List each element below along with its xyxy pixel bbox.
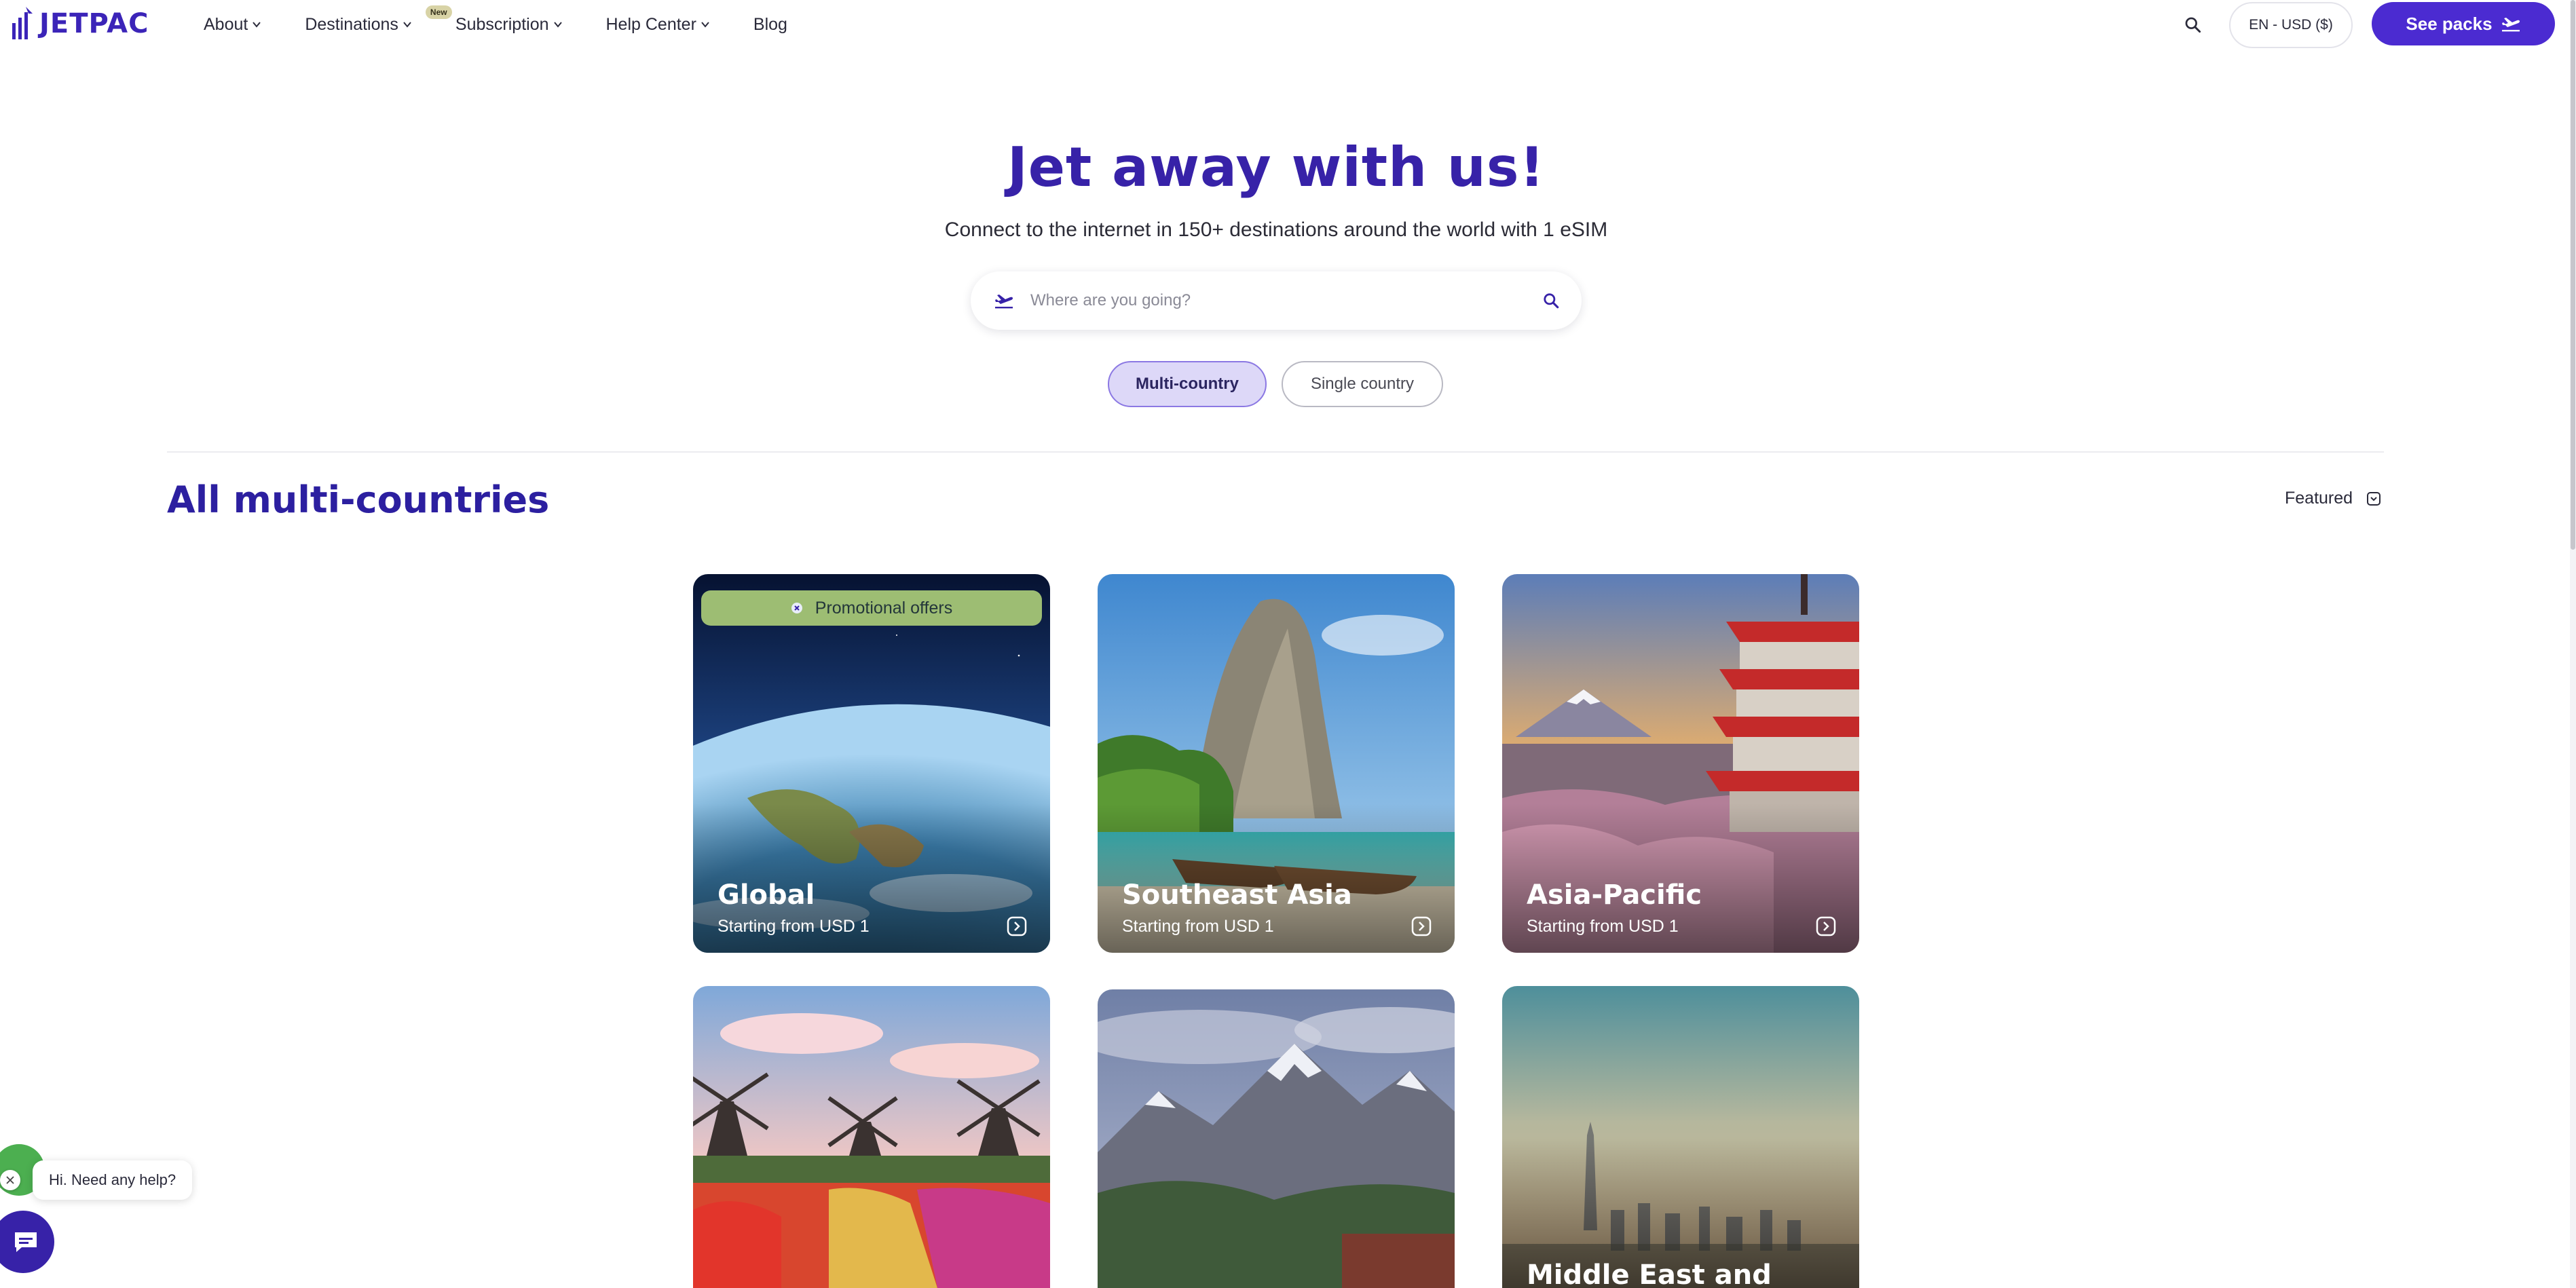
main-nav: About Destinations New Subscription Help…: [204, 0, 831, 49]
single-country-toggle[interactable]: Single country: [1282, 361, 1443, 407]
chat-dismiss-button[interactable]: [0, 1170, 20, 1190]
nav-about[interactable]: About: [204, 15, 261, 35]
chevron-down-icon: [701, 20, 710, 29]
arrow-right-icon: [1007, 916, 1027, 936]
close-icon: [6, 1176, 14, 1184]
chevron-down-icon: [403, 20, 412, 29]
language-currency-button[interactable]: EN - USD ($): [2229, 2, 2353, 48]
card-title: Southeast Asia: [1122, 879, 1352, 911]
destination-card-southeast-asia[interactable]: Southeast Asia Starting from USD 1: [1098, 574, 1455, 953]
card-price: Starting from USD 1: [1122, 917, 1274, 936]
hero-title: Jet away with us!: [1007, 136, 1545, 199]
destination-card-asia-pacific[interactable]: Asia-Pacific Starting from USD 1: [1502, 574, 1859, 953]
card-price: Starting from USD 1: [1527, 917, 1679, 936]
arrow-right-icon: [1411, 916, 1432, 936]
nav-destinations[interactable]: Destinations: [305, 15, 412, 35]
sort-dropdown[interactable]: Featured: [2285, 489, 2381, 508]
section-title: All multi-countries: [167, 478, 550, 521]
nav-subscription[interactable]: New Subscription: [425, 5, 563, 35]
sort-label: Featured: [2285, 489, 2353, 508]
see-packs-label: See packs: [2406, 13, 2493, 34]
logo-text: JETPAC: [39, 8, 149, 39]
chat-icon: [15, 1232, 37, 1252]
see-packs-button[interactable]: See packs: [2372, 2, 2555, 45]
card-title: Asia-Pacific: [1527, 879, 1702, 911]
search-icon[interactable]: [1542, 292, 1560, 309]
promo-badge: Promotional offers: [701, 590, 1042, 626]
card-title: Middle East and: [1527, 1259, 1772, 1288]
destination-card-windmills[interactable]: [693, 986, 1050, 1288]
chat-greeting-bubble[interactable]: Hi. Need any help?: [33, 1160, 193, 1200]
header-search-button[interactable]: [2180, 12, 2205, 37]
card-title: Global: [717, 879, 815, 911]
card-price: Starting from USD 1: [717, 917, 870, 936]
multi-country-toggle[interactable]: Multi-country: [1108, 361, 1267, 407]
promo-label: Promotional offers: [815, 598, 953, 618]
section-divider: [167, 451, 2384, 453]
chevron-down-icon: [553, 20, 563, 29]
nav-about-label: About: [204, 14, 248, 34]
nav-blog[interactable]: Blog: [753, 15, 787, 35]
nav-blog-label: Blog: [753, 14, 787, 34]
plane-takeoff-icon: [995, 295, 1013, 309]
nav-destinations-label: Destinations: [305, 14, 398, 34]
destination-card-middle-east[interactable]: Middle East and: [1502, 986, 1859, 1288]
destination-search: [971, 271, 1582, 330]
chevron-down-icon: [252, 20, 261, 29]
destination-card-mountains[interactable]: [1098, 989, 1455, 1288]
plane-takeoff-icon: [2501, 18, 2520, 32]
mountain-range-image: [1098, 989, 1455, 1288]
nav-subscription-label: Subscription: [455, 14, 549, 34]
page-scrollbar-thumb[interactable]: [2571, 0, 2575, 550]
destination-card-global[interactable]: Promotional offers Global Starting from …: [693, 574, 1050, 953]
windmill-tulips-image: [693, 986, 1050, 1288]
search-icon: [2185, 17, 2201, 33]
arrow-right-icon: [1816, 916, 1836, 936]
nav-help-center-label: Help Center: [605, 14, 696, 34]
destination-search-input[interactable]: [1029, 285, 1507, 316]
logo[interactable]: JETPAC: [11, 5, 149, 42]
open-chat-button[interactable]: [0, 1211, 54, 1273]
promo-icon: [791, 603, 802, 613]
new-badge: New: [425, 5, 452, 19]
hero-subtitle: Connect to the internet in 150+ destinat…: [944, 219, 1608, 241]
site-header: JETPAC About Destinations New Subscripti…: [0, 0, 2576, 49]
nav-help-center[interactable]: Help Center: [606, 15, 710, 35]
chevron-down-box-icon: [2367, 491, 2381, 506]
logo-mark-icon: [12, 7, 33, 39]
